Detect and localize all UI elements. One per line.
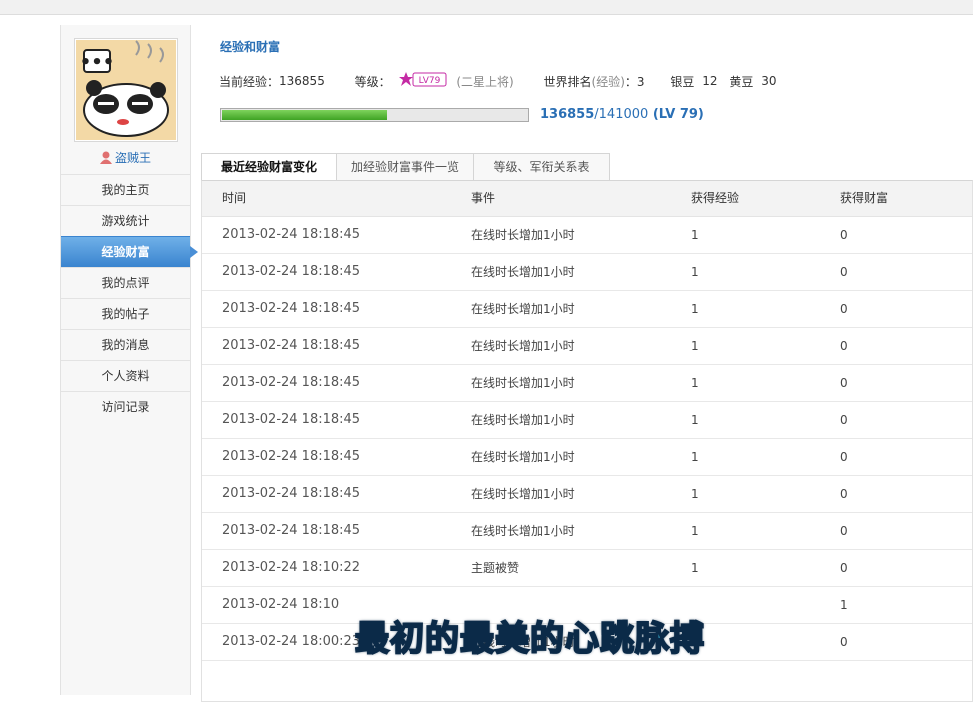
cell-time: 2013-02-24 18:18:45 <box>222 301 361 316</box>
cell-exp: 1 <box>691 302 699 316</box>
col-header-exp: 获得经验 <box>691 191 740 205</box>
table-row: 2013-02-24 18:18:45 在线时长增加1小时 1 0 <box>202 254 972 291</box>
svg-text:•••: ••• <box>80 52 115 73</box>
cell-wealth: 0 <box>840 339 848 353</box>
cell-time: 2013-02-24 18:18:45 <box>222 486 361 501</box>
panda-avatar-icon: ••• <box>76 40 176 140</box>
cell-time: 2013-02-24 18:18:45 <box>222 338 361 353</box>
exp-progress-fill <box>222 110 387 120</box>
table-row: 2013-02-24 18:18:45 在线时长增加1小时 1 0 <box>202 291 972 328</box>
sidebar-item-messages[interactable]: 我的消息 <box>61 329 190 360</box>
video-subtitle-overlay: 最初的最美的心跳脉搏 <box>354 618 705 660</box>
cell-wealth: 0 <box>840 302 848 316</box>
table-row: 2013-02-24 18:18:45 在线时长增加1小时 1 0 <box>202 402 972 439</box>
cell-time: 2013-02-24 18:18:45 <box>222 523 361 538</box>
cell-exp: 1 <box>691 265 699 279</box>
cell-exp: 1 <box>691 413 699 427</box>
cell-exp: 1 <box>691 487 699 501</box>
cell-event: 在线时长增加1小时 <box>471 487 575 501</box>
col-header-event: 事件 <box>471 191 496 205</box>
cell-exp: 1 <box>691 228 699 242</box>
cell-event: 在线时长增加1小时 <box>471 450 575 464</box>
rank-label: 世界排名 <box>543 74 592 89</box>
sidebar-menu: 我的主页 游戏统计 经验财富 我的点评 我的帖子 我的消息 个人资料 访问记录 <box>61 174 198 422</box>
cell-time: 2013-02-24 18:18:45 <box>222 375 361 390</box>
table-row: 2013-02-24 18:10:22 主题被赞 1 0 <box>202 550 972 587</box>
cell-wealth: 0 <box>840 450 848 464</box>
cell-event: 在线时长增加1小时 <box>471 302 575 316</box>
top-bar <box>0 0 973 15</box>
silver-label: 银豆 <box>670 74 695 89</box>
sidebar-item-profile[interactable]: 个人资料 <box>61 360 190 391</box>
gold-label: 黄豆 <box>729 74 754 89</box>
avatar[interactable]: ••• <box>74 38 178 142</box>
gold-value: 30 <box>761 74 777 88</box>
exp-label: 当前经验： <box>219 74 280 89</box>
level-badge-icon: LV79 <box>398 72 447 90</box>
sidebar: ••• 盗贼王 我的主页 游戏统计 经验财富 我的点评 我的帖子 我的消息 个人… <box>60 25 198 695</box>
sidebar-item-posts[interactable]: 我的帖子 <box>61 298 190 329</box>
username-label[interactable]: 盗贼王 <box>115 151 151 165</box>
cell-event: 在线时长增加1小时 <box>471 376 575 390</box>
cell-event: 在线时长增加1小时 <box>471 339 575 353</box>
cell-exp: 1 <box>691 376 699 390</box>
cell-exp: 1 <box>691 450 699 464</box>
tab-bar: 最近经验财富变化 加经验财富事件一览 等级、军衔关系表 <box>201 153 973 183</box>
cell-event: 主题被赞 <box>471 561 520 575</box>
cell-wealth: 0 <box>840 265 848 279</box>
cell-wealth: 0 <box>840 561 848 575</box>
rank-sub: (经验) <box>591 74 625 89</box>
cell-event: 在线时长增加1小时 <box>471 413 575 427</box>
stats-line: 当前经验：136855 等级： LV79 (二星上将) 世界排名(经验)：3 银… <box>219 72 973 90</box>
sidebar-item-reviews[interactable]: 我的点评 <box>61 267 190 298</box>
table-row: 2013-02-24 18:18:45 在线时长增加1小时 1 0 <box>202 513 972 550</box>
page-title: 经验和财富 <box>220 40 281 54</box>
silver-value: 12 <box>702 74 718 88</box>
level-label: 等级： <box>354 74 391 89</box>
tab-level-rank-table[interactable]: 等级、军衔关系表 <box>473 153 610 181</box>
col-header-wealth: 获得财富 <box>840 191 889 205</box>
exp-progress-bar <box>220 108 529 122</box>
cell-event: 在线时长增加1小时 <box>471 524 575 538</box>
user-icon <box>99 151 112 167</box>
level-badge-text: LV79 <box>418 76 440 86</box>
table-row: 2013-02-24 18:18:45 在线时长增加1小时 1 0 <box>202 439 972 476</box>
cell-exp: 1 <box>691 339 699 353</box>
username[interactable]: 盗贼王 <box>61 149 190 167</box>
sidebar-item-visits[interactable]: 访问记录 <box>61 391 190 422</box>
cell-wealth: 0 <box>840 413 848 427</box>
table-row: 2013-02-24 18:18:45 在线时长增加1小时 1 0 <box>202 328 972 365</box>
exp-progress-text: 136855/141000 (LV 79) <box>540 107 704 122</box>
cell-wealth: 0 <box>840 228 848 242</box>
tab-events-list[interactable]: 加经验财富事件一览 <box>336 153 474 181</box>
cell-wealth: 0 <box>840 376 848 390</box>
exp-value: 136855 <box>279 74 325 88</box>
progress-current: 136855 <box>540 107 595 122</box>
sidebar-item-exp-wealth[interactable]: 经验财富 <box>61 236 198 267</box>
table-row: 2013-02-24 18:18:45 在线时长增加1小时 1 0 <box>202 365 972 402</box>
cell-time: 2013-02-24 18:10:22 <box>222 560 361 575</box>
table-header: 时间 事件 获得经验 获得财富 <box>202 181 972 217</box>
cell-exp: 1 <box>691 561 699 575</box>
table-row: 2013-02-24 18:18:45 在线时长增加1小时 1 0 <box>202 476 972 513</box>
sidebar-item-home[interactable]: 我的主页 <box>61 174 190 205</box>
cell-wealth: 0 <box>840 524 848 538</box>
cell-exp: 1 <box>691 524 699 538</box>
progress-rest: /141000 <box>594 107 649 122</box>
cell-event: 在线时长增加1小时 <box>471 228 575 242</box>
cell-time: 2013-02-24 18:18:45 <box>222 227 361 242</box>
sidebar-item-game-stats[interactable]: 游戏统计 <box>61 205 190 236</box>
progress-level: (LV 79) <box>648 107 704 122</box>
col-header-time: 时间 <box>222 191 247 205</box>
cell-time: 2013-02-24 18:18:45 <box>222 449 361 464</box>
cell-wealth: 0 <box>840 487 848 501</box>
level-rank: (二星上将) <box>456 74 514 89</box>
cell-event: 在线时长增加1小时 <box>471 265 575 279</box>
rank-value: ：3 <box>624 74 645 89</box>
tab-recent-changes[interactable]: 最近经验财富变化 <box>201 153 337 183</box>
cell-time: 2013-02-24 18:18:45 <box>222 412 361 427</box>
table-row: 2013-02-24 18:18:45 在线时长增加1小时 1 0 <box>202 217 972 254</box>
cell-time: 2013-02-24 18:18:45 <box>222 264 361 279</box>
